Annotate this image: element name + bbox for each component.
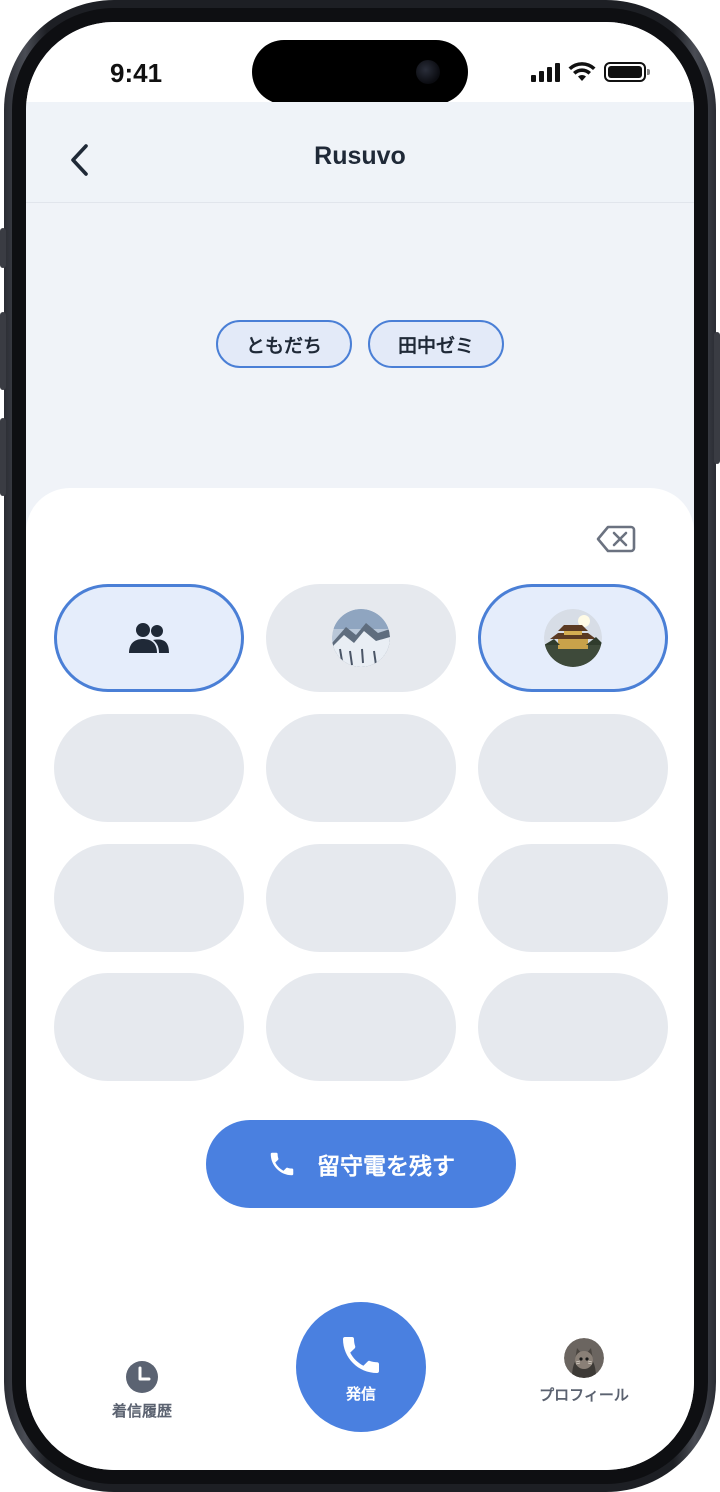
clock-icon	[126, 1361, 158, 1393]
signal-icon	[531, 62, 560, 82]
call-button-label: 発信	[345, 1384, 376, 1403]
volume-down-button	[0, 418, 6, 496]
profile-avatar	[564, 1338, 604, 1378]
group-icon	[129, 623, 169, 653]
keypad-key-empty[interactable]	[54, 973, 244, 1081]
keypad-key-empty[interactable]	[266, 973, 456, 1081]
keypad-key-empty[interactable]	[266, 714, 456, 822]
mute-switch	[0, 228, 6, 268]
tag-chip[interactable]: 田中ゼミ	[368, 320, 504, 368]
tab-call-history[interactable]: 着信履歴	[102, 1360, 182, 1421]
app-screen: 9:41 Rusuvo ともだち 田中ゼミ 留守電を残す 着信履歴 発信 プロフ…	[26, 22, 694, 1470]
leave-voicemail-label: 留守電を残す	[317, 1154, 455, 1180]
keypad-key-contact[interactable]	[478, 584, 668, 692]
keypad-key-empty[interactable]	[54, 714, 244, 822]
keypad-key-empty[interactable]	[478, 973, 668, 1081]
wifi-icon	[568, 62, 596, 81]
keypad-key-empty[interactable]	[478, 844, 668, 952]
camera-icon	[416, 60, 440, 84]
keypad-key-group[interactable]	[54, 584, 244, 692]
status-bar: 9:41	[26, 22, 694, 104]
phone-icon	[270, 1152, 294, 1176]
contact-avatar-temple	[544, 609, 602, 667]
phone-icon	[343, 1336, 379, 1373]
tab-call-history-label: 着信履歴	[111, 1402, 172, 1420]
leave-voicemail-button[interactable]: 留守電を残す	[206, 1120, 516, 1208]
call-button[interactable]: 発信	[296, 1302, 426, 1432]
tab-profile-label: プロフィール	[539, 1386, 629, 1404]
battery-icon	[604, 62, 650, 82]
keypad-panel: 留守電を残す 着信履歴 発信 プロフィール	[26, 488, 694, 1470]
page-title: Rusuvo	[314, 142, 406, 170]
status-icons	[531, 60, 650, 84]
dynamic-island	[252, 40, 468, 104]
tag-chip[interactable]: ともだち	[216, 320, 352, 368]
tab-bar: 着信履歴 発信 プロフィール	[26, 1268, 694, 1468]
contact-avatar-mountain	[332, 609, 390, 667]
nav-header: Rusuvo	[26, 102, 694, 203]
keypad-key-empty[interactable]	[478, 714, 668, 822]
power-button	[714, 332, 720, 464]
keypad-key-empty[interactable]	[266, 844, 456, 952]
selected-tags: ともだち 田中ゼミ	[26, 320, 694, 368]
tab-profile[interactable]: プロフィール	[524, 1338, 644, 1405]
backspace-icon[interactable]	[596, 524, 636, 554]
keypad-key-contact[interactable]	[266, 584, 456, 692]
status-time: 9:41	[110, 58, 163, 88]
keypad-key-empty[interactable]	[54, 844, 244, 952]
volume-up-button	[0, 312, 6, 390]
